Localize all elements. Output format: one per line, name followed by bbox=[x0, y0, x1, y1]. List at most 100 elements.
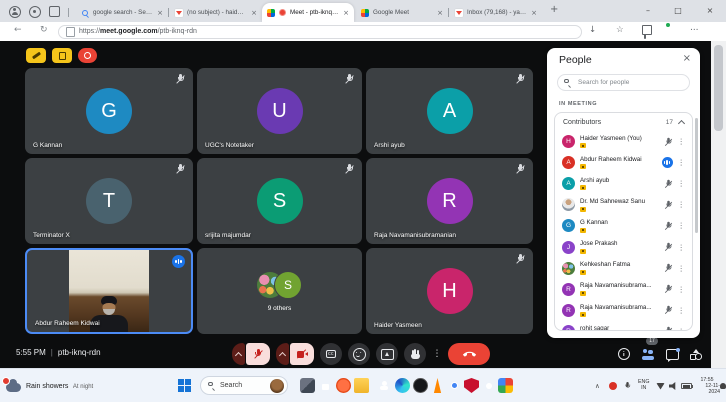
more-menu-icon[interactable]: … bbox=[690, 23, 699, 33]
mic-off-icon[interactable] bbox=[664, 306, 672, 315]
tab-actions-icon[interactable] bbox=[48, 5, 61, 18]
collections-icon[interactable] bbox=[644, 28, 646, 38]
url-field[interactable]: https://meet.google.com/ptb-iknq-rdn bbox=[58, 25, 582, 39]
camera-options-chevron[interactable] bbox=[276, 343, 289, 365]
end-call-button[interactable] bbox=[448, 343, 490, 365]
panel-scrollbar[interactable] bbox=[695, 118, 698, 233]
annotation-pen-button[interactable] bbox=[26, 48, 46, 63]
chat-button[interactable] bbox=[664, 346, 680, 362]
start-button[interactable] bbox=[178, 379, 191, 392]
new-tab-button[interactable]: + bbox=[550, 4, 558, 15]
tab-google-search[interactable]: google search - Search × bbox=[76, 3, 168, 22]
tab-close-icon[interactable]: × bbox=[437, 9, 443, 17]
back-icon[interactable]: ← bbox=[14, 25, 22, 35]
mic-off-icon[interactable] bbox=[664, 264, 672, 273]
more-options-button[interactable]: ⋮ bbox=[430, 343, 444, 365]
taskbar-app-window[interactable] bbox=[300, 378, 315, 393]
weather-widget[interactable]: Rain showers At night bbox=[6, 375, 93, 393]
participant-name: Abdur Raheem Kidwai bbox=[35, 320, 100, 327]
taskbar-search[interactable]: Search bbox=[200, 376, 288, 395]
site-info-icon[interactable] bbox=[66, 27, 75, 37]
battery-icon[interactable] bbox=[681, 369, 692, 402]
tab-inbox[interactable]: Inbox (79,168) - yasmeen@creu × bbox=[450, 3, 542, 22]
present-screen-button[interactable] bbox=[376, 343, 398, 365]
overflow-tile[interactable]: S 9 others bbox=[197, 248, 362, 334]
mic-options-chevron[interactable] bbox=[232, 343, 245, 365]
mic-off-icon[interactable] bbox=[664, 222, 672, 231]
tab-close-icon[interactable]: × bbox=[531, 9, 537, 17]
taskbar-app-orange[interactable] bbox=[336, 378, 351, 393]
video-tile[interactable]: R Raja Navamanisubramanian bbox=[366, 158, 533, 244]
video-tile[interactable]: A Arshi ayub bbox=[366, 68, 533, 154]
video-tile[interactable]: S srijita majumdar bbox=[197, 158, 362, 244]
browser-scrollbar-track[interactable] bbox=[711, 41, 726, 368]
tray-antivirus-icon[interactable] bbox=[609, 369, 617, 402]
window-minimize-button[interactable]: – bbox=[636, 0, 660, 21]
participant-menu-button[interactable]: ⋮ bbox=[678, 137, 686, 146]
activities-button[interactable] bbox=[688, 346, 704, 362]
favorite-star-icon[interactable]: ☆ bbox=[616, 25, 624, 35]
raise-hand-button[interactable] bbox=[404, 343, 426, 365]
people-search-input[interactable] bbox=[576, 78, 683, 87]
people-search-box[interactable] bbox=[557, 74, 690, 91]
meeting-info-button[interactable] bbox=[616, 346, 632, 362]
tab-close-icon[interactable]: × bbox=[343, 9, 349, 17]
participant-menu-button[interactable]: ⋮ bbox=[678, 158, 686, 167]
video-tile[interactable]: T Terminator X bbox=[25, 158, 193, 244]
participant-menu-button[interactable]: ⋮ bbox=[678, 306, 686, 315]
taskbar-vlc[interactable] bbox=[430, 378, 445, 393]
mic-off-icon[interactable] bbox=[664, 179, 672, 188]
tab-gmail-message[interactable]: (no subject) - haider.yasmeen@g × bbox=[170, 3, 262, 22]
camera-toggle-button[interactable] bbox=[290, 343, 314, 365]
self-video-tile[interactable]: Abdur Raheem Kidwai bbox=[25, 248, 193, 334]
tab-meet-active[interactable]: Meet - ptb-iknq-rdn × bbox=[262, 3, 354, 22]
tray-language-switcher[interactable]: ENG IN bbox=[638, 369, 649, 402]
download-icon[interactable]: ↓ bbox=[589, 25, 596, 35]
wifi-icon[interactable] bbox=[656, 369, 665, 402]
tab-close-icon[interactable]: × bbox=[157, 9, 163, 17]
window-maximize-button[interactable]: □ bbox=[666, 0, 690, 21]
mic-off-icon[interactable] bbox=[664, 137, 672, 146]
taskbar-photos[interactable] bbox=[498, 378, 513, 393]
tray-expand-chevron[interactable]: ∧ bbox=[595, 369, 600, 402]
tray-mic-icon[interactable] bbox=[623, 369, 632, 402]
taskbar-mcafee[interactable] bbox=[464, 378, 479, 393]
participant-menu-button[interactable]: ⋮ bbox=[678, 264, 686, 273]
browser-workspaces-icon[interactable] bbox=[28, 5, 41, 18]
participant-menu-button[interactable]: ⋮ bbox=[678, 285, 686, 294]
taskbar-edge[interactable] bbox=[395, 378, 410, 393]
mic-off-icon[interactable] bbox=[664, 285, 672, 294]
participant-menu-button[interactable]: ⋮ bbox=[678, 200, 686, 209]
tray-clock[interactable]: 17:55 12-11-2024 bbox=[694, 369, 720, 402]
participant-menu-button[interactable]: ⋮ bbox=[678, 327, 686, 331]
tab-close-icon[interactable]: × bbox=[251, 9, 257, 17]
notifications-bell-icon[interactable] bbox=[720, 369, 726, 402]
mic-toggle-button[interactable] bbox=[246, 343, 270, 365]
participant-menu-button[interactable]: ⋮ bbox=[678, 221, 686, 230]
whiteboard-button[interactable] bbox=[52, 48, 72, 63]
video-tile[interactable]: G G Kannan bbox=[25, 68, 193, 154]
mic-off-icon[interactable] bbox=[664, 201, 672, 210]
tab-google-meet[interactable]: Google Meet × bbox=[356, 3, 448, 22]
participant-name: Haider Yasmeen bbox=[374, 322, 422, 329]
volume-icon[interactable] bbox=[669, 369, 678, 402]
taskbar-file-explorer[interactable] bbox=[354, 378, 369, 393]
video-tile[interactable]: H Haider Yasmeen bbox=[366, 248, 533, 334]
browser-profile-icon[interactable] bbox=[8, 5, 21, 18]
participant-menu-button[interactable]: ⋮ bbox=[678, 179, 686, 188]
mic-off-icon[interactable] bbox=[664, 327, 672, 331]
participant-menu-button[interactable]: ⋮ bbox=[678, 243, 686, 252]
captions-button[interactable]: cc bbox=[320, 343, 342, 365]
contributors-header[interactable]: Contributors 17 bbox=[555, 113, 692, 131]
taskbar-camera-app[interactable] bbox=[413, 378, 428, 393]
mic-off-icon[interactable] bbox=[664, 243, 672, 252]
browser-scrollbar-thumb[interactable] bbox=[714, 45, 723, 131]
people-panel-button[interactable] bbox=[640, 346, 656, 362]
reload-icon[interactable]: ↻ bbox=[40, 25, 48, 35]
window-close-button[interactable]: × bbox=[698, 0, 722, 21]
record-button[interactable] bbox=[78, 48, 97, 63]
panel-close-icon[interactable]: × bbox=[683, 53, 691, 64]
reactions-button[interactable] bbox=[348, 343, 370, 365]
collapse-chevron-icon[interactable] bbox=[678, 119, 685, 126]
video-tile[interactable]: U UGC's Notetaker bbox=[197, 68, 362, 154]
